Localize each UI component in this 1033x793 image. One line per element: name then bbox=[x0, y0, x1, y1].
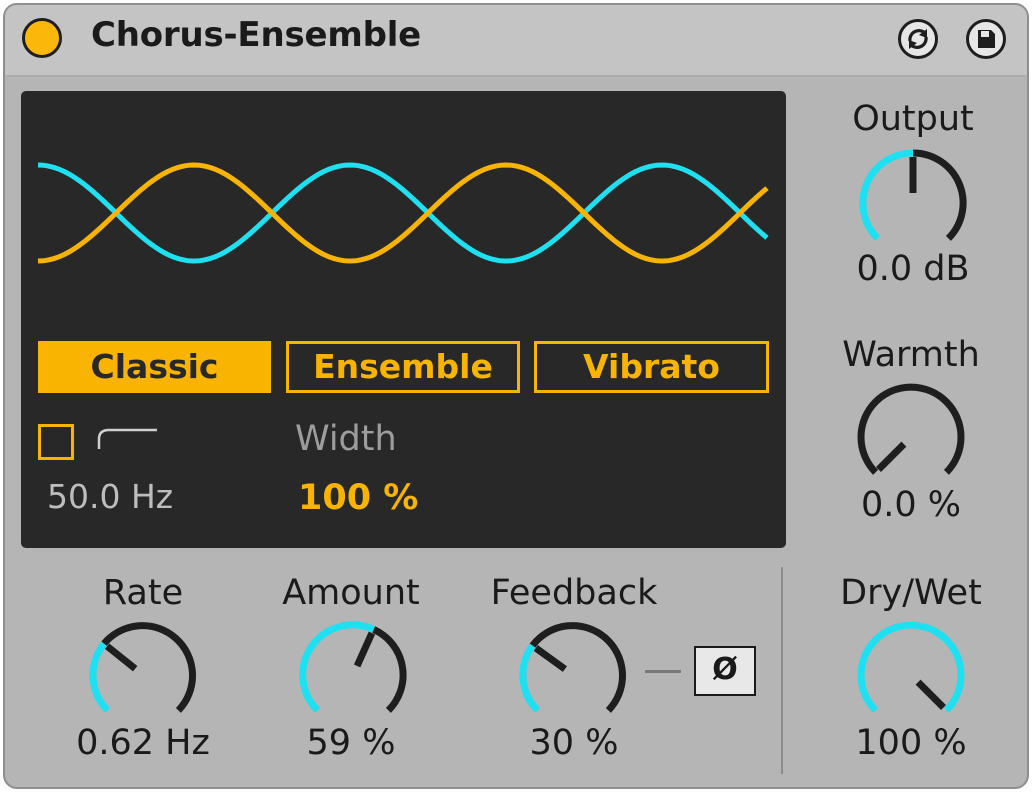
lfo-wave-right bbox=[37, 162, 769, 264]
drywet-knob[interactable] bbox=[853, 617, 969, 733]
refresh-icon bbox=[908, 29, 928, 49]
lfo-display-panel: Classic Ensemble Vibrato 50.0 Hz Width 1… bbox=[21, 91, 786, 548]
feedback-knob-fill bbox=[519, 643, 541, 713]
output-knob-fill bbox=[859, 149, 914, 241]
width-label: Width bbox=[295, 419, 397, 459]
amount-knob[interactable] bbox=[295, 617, 411, 733]
drywet-value: 100 % bbox=[855, 723, 967, 763]
warmth-knob[interactable] bbox=[853, 379, 969, 495]
output-value: 0.0 dB bbox=[856, 249, 970, 289]
save-icon bbox=[978, 30, 995, 48]
feedback-label: Feedback bbox=[490, 573, 658, 613]
rate-value: 0.62 Hz bbox=[76, 723, 210, 763]
feedback-knob[interactable] bbox=[515, 617, 631, 733]
warmth-knob-track bbox=[857, 383, 965, 475]
amount-value: 59 % bbox=[306, 723, 396, 763]
device-title: Chorus-Ensemble bbox=[91, 15, 422, 55]
highpass-toggle[interactable] bbox=[38, 424, 74, 460]
hot-swap-button[interactable] bbox=[898, 19, 938, 59]
rate-knob-track bbox=[101, 622, 196, 713]
chorus-ensemble-device: Chorus-Ensemble Classic Ensemble Vibrato bbox=[3, 3, 1029, 789]
warmth-knob-pointer bbox=[876, 441, 907, 472]
drywet-label: Dry/Wet bbox=[840, 573, 982, 613]
feedback-invert-link bbox=[645, 670, 681, 673]
feedback-knob-track bbox=[529, 622, 626, 713]
amount-knob-track bbox=[372, 626, 407, 713]
rate-knob-fill bbox=[89, 641, 111, 713]
output-label: Output bbox=[852, 99, 974, 139]
rate-label: Rate bbox=[102, 573, 184, 613]
output-knob[interactable] bbox=[855, 145, 971, 261]
drywet-knob-pointer bbox=[915, 679, 946, 710]
amount-knob-pointer bbox=[353, 631, 376, 668]
save-preset-button[interactable] bbox=[966, 19, 1006, 59]
rate-knob[interactable] bbox=[85, 617, 201, 733]
output-knob-track bbox=[912, 149, 967, 241]
lfo-wave-left bbox=[37, 162, 769, 264]
section-divider bbox=[781, 567, 783, 774]
mode-vibrato-button[interactable]: Vibrato bbox=[534, 341, 769, 393]
warmth-label: Warmth bbox=[842, 335, 980, 375]
amount-knob-fill bbox=[299, 621, 376, 713]
warmth-value: 0.0 % bbox=[860, 485, 962, 525]
title-bar: Chorus-Ensemble bbox=[5, 5, 1027, 77]
width-value[interactable]: 100 % bbox=[298, 478, 418, 518]
device-power-button[interactable] bbox=[22, 18, 62, 58]
lfo-waveform-display bbox=[37, 162, 769, 264]
highpass-icon bbox=[97, 428, 157, 449]
feedback-knob-pointer bbox=[533, 645, 567, 672]
highpass-frequency-value[interactable]: 50.0 Hz bbox=[47, 477, 173, 516]
drywet-knob-fill bbox=[857, 621, 965, 713]
amount-label: Amount bbox=[282, 573, 420, 613]
feedback-value: 30 % bbox=[529, 723, 619, 763]
mode-ensemble-button[interactable]: Ensemble bbox=[286, 341, 520, 393]
mode-classic-button[interactable]: Classic bbox=[38, 341, 271, 393]
feedback-invert-button[interactable]: Ø bbox=[694, 646, 756, 696]
rate-knob-pointer bbox=[104, 643, 138, 672]
